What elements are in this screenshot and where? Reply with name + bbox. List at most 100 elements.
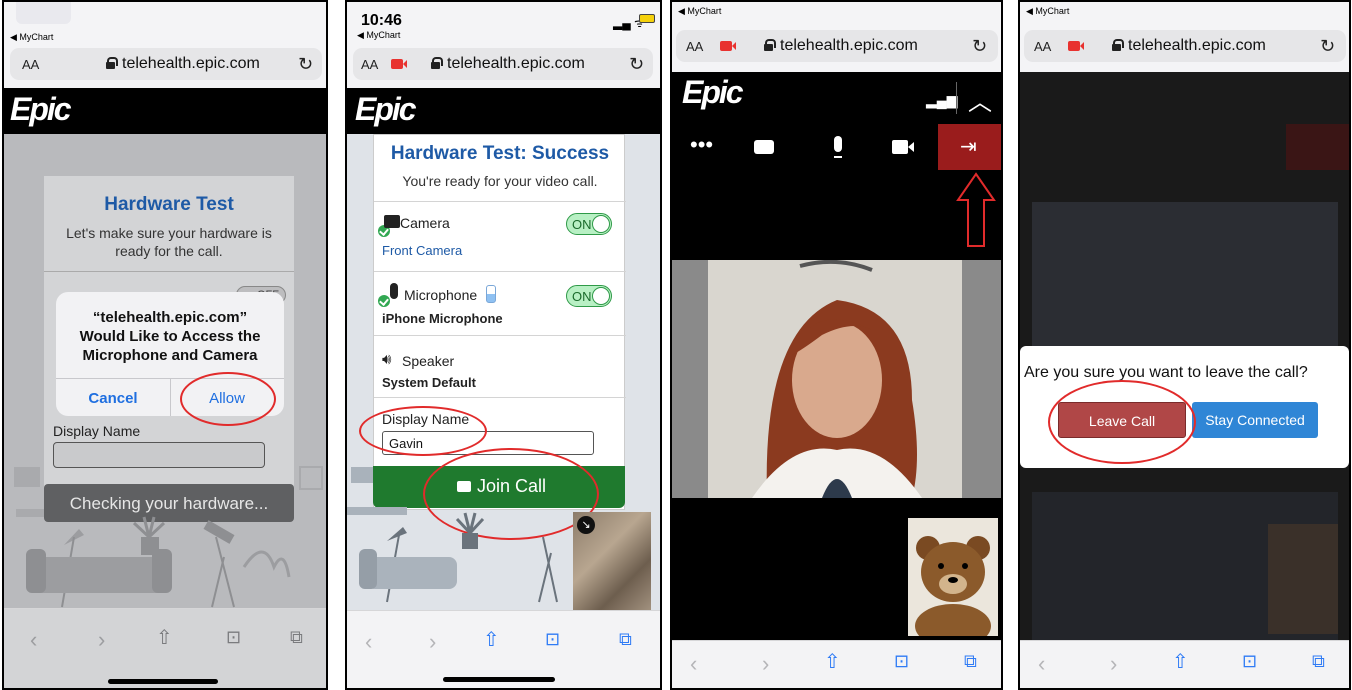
browser-toolbar: ‹ › ⇧ ⊡ ⧉ — [4, 608, 326, 688]
text-size-button[interactable]: AA — [686, 39, 703, 54]
home-indicator — [108, 679, 218, 684]
video-toggle-lens — [908, 142, 914, 152]
lock-icon — [1112, 39, 1124, 51]
share-icon[interactable]: ⇧ — [156, 625, 173, 650]
exit-icon: ⇥ — [960, 136, 977, 158]
provider-video-feed — [672, 259, 1001, 498]
highlight-arrow-up — [956, 172, 996, 247]
back-to-mychart-link[interactable]: ◀ MyChart — [1026, 6, 1069, 17]
tabs-icon[interactable]: ⧉ — [964, 651, 977, 672]
dimmed-self-video — [1268, 524, 1338, 634]
browser-toolbar: ‹ › ⇧ ⊡ ⧉ — [672, 640, 1001, 688]
battery-icon — [639, 14, 655, 23]
leave-call-question: Are you sure you want to leave the call? — [1024, 364, 1308, 381]
microphone-stand — [834, 154, 842, 158]
living-room-illustration — [14, 466, 323, 608]
screen-hardware-test-success: 10:46 ◀ MyChart ▂▄ ᯤ AA telehealth.epic.… — [345, 0, 662, 690]
reload-icon[interactable]: ↻ — [298, 54, 313, 75]
epic-header: Epic — [347, 88, 660, 134]
microphone-device[interactable]: iPhone Microphone — [382, 311, 503, 326]
microphone-check-icon — [378, 295, 390, 307]
microphone-icon[interactable] — [834, 136, 842, 152]
camera-icon — [384, 215, 400, 228]
reload-icon[interactable]: ↻ — [1320, 36, 1335, 57]
url-bar[interactable]: AA telehealth.epic.com ↻ — [1024, 30, 1346, 62]
microphone-toggle[interactable]: ON — [566, 285, 612, 307]
share-icon[interactable]: ⇧ — [1172, 649, 1189, 674]
url-text: telehealth.epic.com — [1128, 37, 1266, 54]
permission-dialog-text: “telehealth.epic.com” Would Like to Acce… — [79, 309, 261, 364]
bookmarks-icon[interactable]: ⊡ — [545, 629, 560, 650]
text-size-button[interactable]: AA — [1034, 39, 1051, 54]
highlight-circle-leave-call — [1048, 380, 1196, 464]
text-size-button[interactable]: AA — [22, 57, 39, 72]
share-icon[interactable]: ⇧ — [824, 649, 841, 674]
text-size-button[interactable]: AA — [361, 57, 378, 72]
epic-logo: Epic — [355, 91, 417, 127]
display-name-label: Display Name — [53, 423, 141, 439]
camera-active-icon — [1068, 41, 1084, 51]
stay-connected-label: Stay Connected — [1205, 412, 1305, 428]
self-video[interactable] — [908, 518, 998, 648]
card-subtitle: You're ready for your video call. — [402, 173, 598, 189]
url-text: telehealth.epic.com — [780, 37, 918, 54]
camera-device[interactable]: Front Camera — [382, 243, 462, 258]
speaker-icon: 🔊︎ — [382, 351, 392, 368]
back-icon[interactable]: ‹ — [1038, 651, 1045, 677]
self-preview-video[interactable]: ↘ — [573, 512, 651, 612]
back-icon[interactable]: ‹ — [690, 651, 697, 677]
call-controls-bar: ••• ⇥ — [672, 124, 1001, 170]
back-icon[interactable]: ‹ — [30, 627, 37, 653]
share-icon[interactable]: ⇧ — [483, 627, 500, 652]
url-bar[interactable]: AA telehealth.epic.com ↻ — [10, 48, 322, 80]
mic-level-meter — [486, 285, 496, 303]
epic-logo: Epic — [682, 74, 744, 110]
self-video-feed — [908, 518, 998, 648]
back-to-mychart-link[interactable]: ◀ MyChart — [10, 32, 53, 43]
status-time: 10:46 — [361, 12, 402, 29]
stay-connected-button[interactable]: Stay Connected — [1192, 402, 1318, 438]
forward-icon[interactable]: › — [429, 629, 436, 655]
url-bar[interactable]: AA telehealth.epic.com ↻ — [353, 48, 653, 80]
bookmarks-icon[interactable]: ⊡ — [894, 651, 909, 672]
forward-icon[interactable]: › — [762, 651, 769, 677]
tabs-icon[interactable]: ⧉ — [290, 627, 303, 648]
cancel-button[interactable]: Cancel — [56, 390, 170, 407]
back-to-mychart-link[interactable]: ◀ MyChart — [357, 30, 400, 41]
speaker-label: Speaker — [402, 353, 455, 369]
tabs-icon[interactable]: ⧉ — [619, 629, 632, 650]
lock-icon — [106, 57, 118, 69]
card-title: Hardware Test — [104, 194, 234, 215]
microphone-label: Microphone — [404, 287, 478, 303]
tabs-icon[interactable]: ⧉ — [1312, 651, 1325, 672]
bookmarks-icon[interactable]: ⊡ — [1242, 651, 1257, 672]
more-options-icon[interactable]: ••• — [690, 132, 713, 158]
camera-toggle[interactable]: ON — [566, 213, 612, 235]
forward-icon[interactable]: › — [1110, 651, 1117, 677]
back-to-mychart-link[interactable]: ◀ MyChart — [678, 6, 721, 17]
home-indicator — [443, 677, 555, 682]
card-title: Hardware Test: Success — [390, 143, 610, 164]
screen-hardware-test-permission: ◀ MyChart AA telehealth.epic.com ↻ Epic … — [2, 0, 328, 690]
leave-call-button[interactable]: ⇥ — [938, 124, 1001, 170]
url-bar[interactable]: AA telehealth.epic.com ↻ — [676, 30, 998, 62]
epic-logo: Epic — [10, 91, 72, 127]
collapse-controls-icon[interactable]: ︿ — [968, 82, 992, 117]
status-notch — [16, 2, 71, 24]
reload-icon[interactable]: ↻ — [972, 36, 987, 57]
lock-icon — [764, 39, 776, 51]
forward-icon[interactable]: › — [98, 627, 105, 653]
video-toggle-icon[interactable] — [892, 140, 908, 154]
epic-header: Epic — [4, 88, 326, 134]
minimize-preview-icon[interactable]: ↘ — [577, 516, 595, 534]
reload-icon[interactable]: ↻ — [629, 54, 644, 75]
switch-camera-icon[interactable] — [754, 140, 774, 154]
connection-quality-icon: ▂▄▆ — [926, 92, 958, 108]
back-icon[interactable]: ‹ — [365, 629, 372, 655]
bookmarks-icon[interactable]: ⊡ — [226, 627, 241, 648]
url-text: telehealth.epic.com — [447, 55, 585, 72]
camera-active-icon — [391, 59, 407, 69]
browser-toolbar: ‹ › ⇧ ⊡ ⧉ — [1020, 640, 1349, 688]
speaker-device[interactable]: System Default — [382, 375, 476, 390]
card-text: Let's make sure your hardware is ready f… — [66, 225, 272, 259]
